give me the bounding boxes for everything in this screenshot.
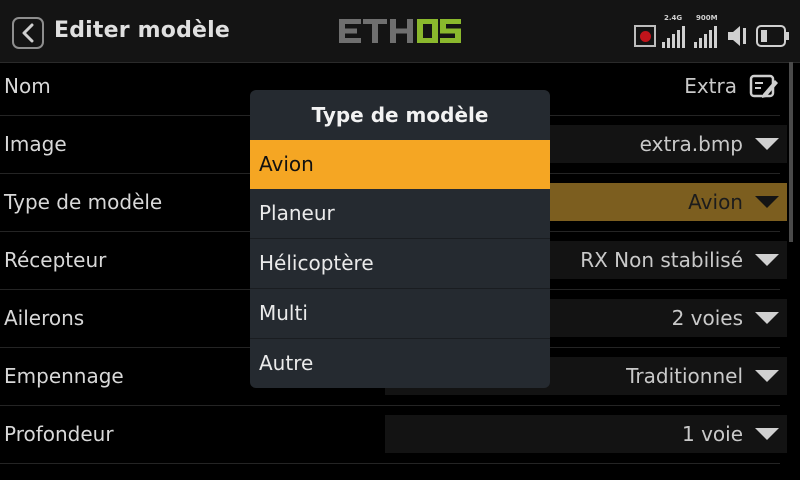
row-label: Profondeur [4, 422, 114, 446]
profondeur-dropdown[interactable]: 1 voie [385, 415, 787, 453]
back-button[interactable] [12, 17, 44, 49]
row-profondeur: Profondeur 1 voie [0, 405, 787, 464]
signal-900m-label: 900M [696, 14, 718, 22]
ethos-logo [337, 15, 463, 51]
row-label: Empennage [4, 364, 124, 388]
option-avion[interactable]: Avion [250, 140, 550, 189]
header-bar: Editer modèle 2.4G 900M [0, 0, 800, 63]
chevron-left-icon [22, 23, 34, 43]
dropdown-arrow-icon [755, 370, 779, 382]
name-value: Extra [684, 74, 737, 98]
model-type-popup: Type de modèle Avion Planeur Hélicoptère… [250, 90, 550, 388]
dropdown-arrow-icon [755, 312, 779, 324]
status-icons: 2.4G 900M [634, 14, 790, 48]
edit-icon[interactable] [749, 72, 779, 100]
dropdown-arrow-icon [755, 196, 779, 208]
speaker-icon [728, 26, 746, 46]
page-title: Editer modèle [54, 18, 231, 43]
scrollbar[interactable] [789, 62, 793, 242]
dropdown-arrow-icon [755, 138, 779, 150]
option-autre[interactable]: Autre [250, 338, 550, 388]
profondeur-value: 1 voie [681, 422, 743, 446]
row-label: Nom [4, 74, 51, 98]
model-type-value: Avion [688, 190, 743, 214]
row-label: Ailerons [4, 306, 85, 330]
empennage-value: Traditionnel [626, 364, 743, 388]
signal-900m-icon: 900M [694, 14, 720, 48]
row-label: Image [4, 132, 67, 156]
dropdown-arrow-icon [755, 254, 779, 266]
row-label: Récepteur [4, 248, 107, 272]
ailerons-value: 2 voies [671, 306, 743, 330]
option-planeur[interactable]: Planeur [250, 189, 550, 238]
option-multi[interactable]: Multi [250, 288, 550, 338]
receiver-value: RX Non stabilisé [580, 248, 743, 272]
signal-2-4g-icon: 2.4G [662, 14, 688, 48]
popup-title: Type de modèle [311, 103, 489, 127]
battery-icon [756, 25, 789, 47]
option-helicoptere[interactable]: Hélicoptère [250, 238, 550, 288]
dropdown-arrow-icon [755, 428, 779, 440]
signal-2-4g-label: 2.4G [664, 14, 683, 22]
row-label: Type de modèle [4, 190, 163, 214]
record-icon [634, 25, 656, 47]
image-value: extra.bmp [639, 132, 743, 156]
